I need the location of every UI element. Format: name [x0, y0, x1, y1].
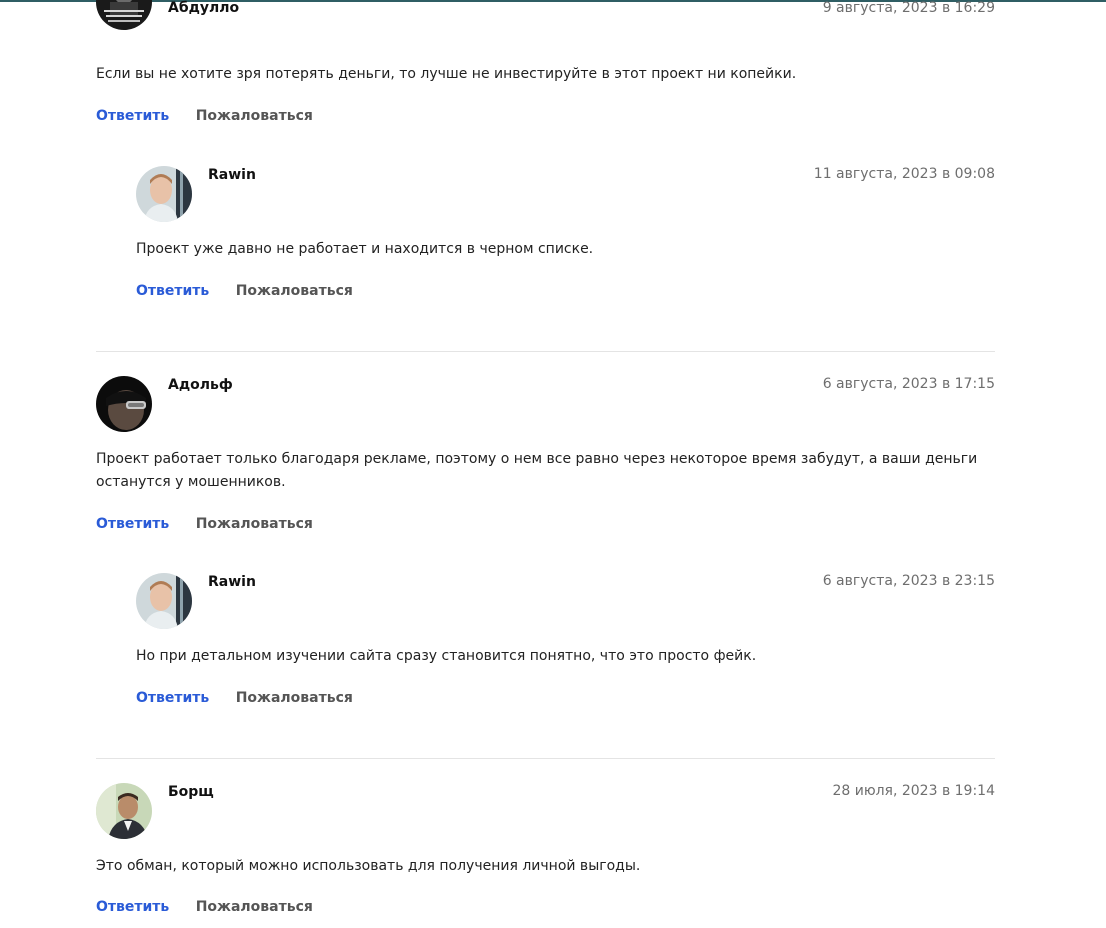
- avatar-image: [96, 783, 152, 839]
- report-button[interactable]: Пожаловаться: [196, 108, 313, 124]
- avatar[interactable]: [136, 166, 192, 222]
- comment-text: Но при детальном изучении сайта сразу ст…: [136, 648, 757, 664]
- reply-button[interactable]: Ответить: [96, 108, 169, 124]
- avatar-image: [96, 376, 152, 432]
- reply-button[interactable]: Ответить: [136, 690, 209, 706]
- comment-date: 28 июля, 2023 в 19:14: [832, 783, 995, 799]
- comment-divider: [96, 351, 995, 352]
- report-button[interactable]: Пожаловаться: [196, 516, 313, 532]
- avatar[interactable]: [96, 376, 152, 432]
- comment-actions: Ответить Пожаловаться: [136, 690, 353, 706]
- comment-date: 6 августа, 2023 в 23:15: [822, 573, 995, 589]
- comment-actions: Ответить Пожаловаться: [96, 516, 313, 532]
- comment-text: Проект работает только благодаря рекламе…: [96, 451, 978, 490]
- comment-author[interactable]: Борщ: [168, 784, 214, 800]
- avatar-image: [136, 573, 192, 629]
- comment-text: Это обман, который можно использовать дл…: [96, 858, 641, 874]
- comment-actions: Ответить Пожаловаться: [96, 899, 313, 915]
- comment-author[interactable]: Rawin: [208, 574, 256, 590]
- comment-date: 6 августа, 2023 в 17:15: [822, 376, 995, 392]
- report-button[interactable]: Пожаловаться: [236, 283, 353, 299]
- comment-actions: Ответить Пожаловаться: [96, 108, 313, 124]
- comment-divider: [96, 758, 995, 759]
- reply-button[interactable]: Ответить: [136, 283, 209, 299]
- reply-button[interactable]: Ответить: [96, 516, 169, 532]
- comment-date: 11 августа, 2023 в 09:08: [813, 166, 995, 182]
- report-button[interactable]: Пожаловаться: [236, 690, 353, 706]
- comment-author[interactable]: Адольф: [168, 377, 233, 393]
- avatar-image: [96, 0, 152, 30]
- comment-date: 9 августа, 2023 в 16:29: [822, 0, 995, 16]
- reply-button[interactable]: Ответить: [96, 899, 169, 915]
- comment-author[interactable]: Абдулло: [168, 0, 239, 16]
- report-button[interactable]: Пожаловаться: [196, 899, 313, 915]
- comment-text: Если вы не хотите зря потерять деньги, т…: [96, 66, 797, 82]
- comment-author[interactable]: Rawin: [208, 167, 256, 183]
- avatar[interactable]: [96, 0, 152, 30]
- avatar[interactable]: [136, 573, 192, 629]
- comment-actions: Ответить Пожаловаться: [136, 283, 353, 299]
- avatar[interactable]: [96, 783, 152, 839]
- comment-text: Проект уже давно не работает и находится…: [136, 241, 594, 257]
- avatar-image: [136, 166, 192, 222]
